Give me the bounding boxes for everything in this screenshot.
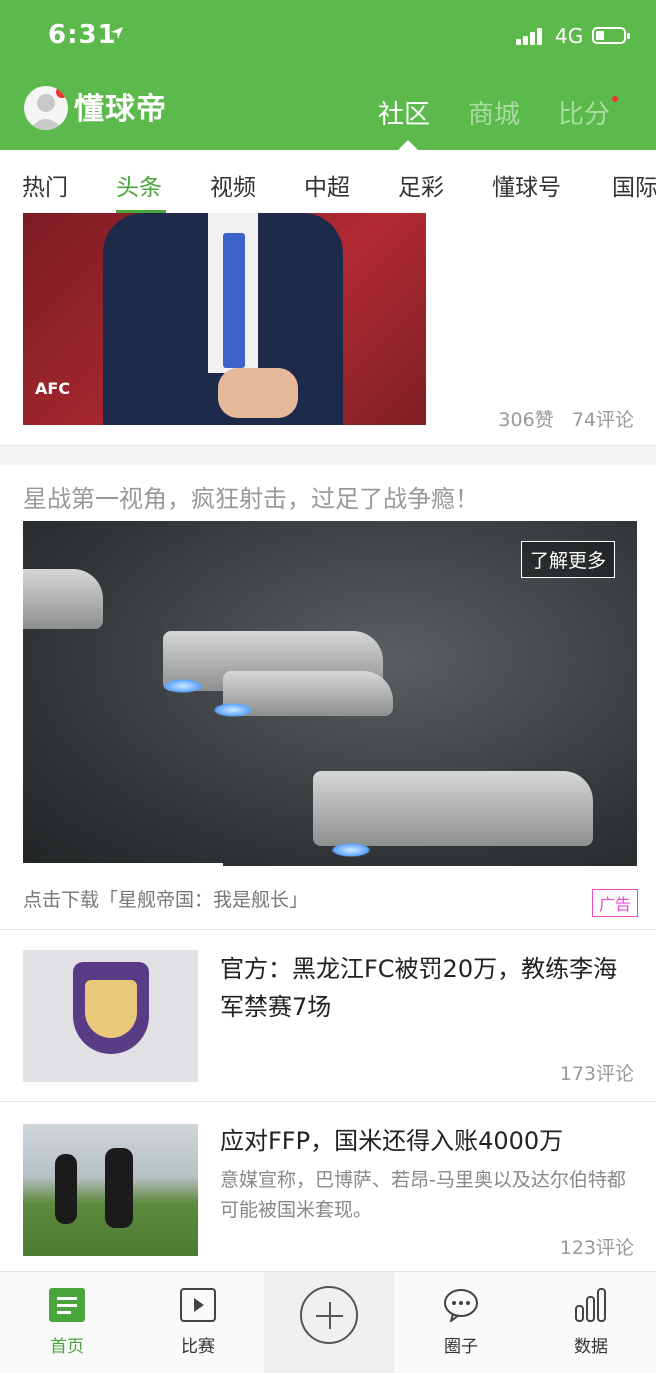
ship-shape bbox=[23, 569, 103, 629]
bar-chart-icon bbox=[575, 1288, 606, 1322]
bottom-nav-circle-label: 圈子 bbox=[444, 1337, 478, 1357]
engine-glow bbox=[163, 679, 203, 693]
news-comments: 123评论 bbox=[559, 1237, 634, 1259]
feed: AFC 306赞 74评论 星战第一视角，疯狂射击，过足了战争瘾！ 了解更多 点… bbox=[0, 213, 656, 1271]
app-logo: 懂球帝 bbox=[74, 92, 167, 127]
afc-logo: AFC bbox=[35, 379, 71, 398]
tab-dongqiu-hao[interactable]: 懂球号 bbox=[492, 168, 561, 202]
battery-icon bbox=[592, 27, 630, 44]
divider-line bbox=[0, 929, 656, 930]
ship-shape bbox=[313, 771, 593, 846]
play-icon bbox=[180, 1288, 216, 1322]
engine-glow bbox=[213, 703, 253, 717]
notification-dot bbox=[56, 86, 68, 98]
category-tabs: 热门 头条 视频 中超 足彩 懂球号 国际 bbox=[0, 150, 656, 213]
bottom-nav-home-label: 首页 bbox=[50, 1337, 84, 1357]
top-nav-mall[interactable]: 商城 bbox=[468, 94, 520, 131]
bottom-nav: 首页 比赛 圈子 数据 bbox=[0, 1271, 656, 1373]
network-type: 4G bbox=[555, 24, 584, 48]
learn-more-button[interactable]: 了解更多 bbox=[520, 541, 615, 578]
news-summary: 意媒宣称，巴博萨、若昂-马里奥以及达尔伯特都可能被国米套现。 bbox=[220, 1169, 626, 1221]
home-doc-icon bbox=[49, 1288, 85, 1322]
bottom-nav-match[interactable]: 比赛 bbox=[133, 1272, 263, 1373]
news-thumbnail[interactable] bbox=[23, 1124, 198, 1256]
bottom-nav-data[interactable]: 数据 bbox=[526, 1272, 656, 1373]
tab-video[interactable]: 视频 bbox=[210, 168, 256, 202]
divider bbox=[0, 445, 656, 465]
bottom-nav-home[interactable]: 首页 bbox=[2, 1272, 132, 1373]
chat-icon bbox=[444, 1289, 478, 1322]
tab-csl[interactable]: 中超 bbox=[304, 168, 350, 202]
likes-count: 306赞 bbox=[498, 409, 554, 431]
bottom-nav-post[interactable] bbox=[264, 1272, 394, 1373]
plus-icon bbox=[300, 1286, 358, 1344]
club-crest bbox=[73, 962, 149, 1054]
status-bar: 6:31 4G bbox=[0, 0, 656, 72]
news-comments: 173评论 bbox=[559, 1063, 634, 1085]
ad-description[interactable]: 点击下载「星舰帝国：我是舰长」 bbox=[23, 885, 308, 912]
photo-tie bbox=[223, 233, 245, 368]
video-progress-bar bbox=[23, 863, 223, 866]
tab-international[interactable]: 国际 bbox=[612, 168, 656, 202]
status-time: 6:31 bbox=[48, 20, 117, 50]
feed-item-stats: 306赞 74评论 bbox=[498, 405, 634, 432]
news-title[interactable]: 应对FFP，国米还得入账4000万 bbox=[220, 1122, 640, 1160]
top-nav-score[interactable]: 比分 bbox=[558, 94, 610, 131]
tab-headline[interactable]: 头条 bbox=[116, 168, 162, 202]
signal-icon bbox=[516, 26, 544, 45]
ad-tag: 广告 bbox=[591, 889, 638, 917]
club-crest-inner bbox=[85, 980, 137, 1038]
location-arrow-icon bbox=[111, 27, 123, 39]
divider-line bbox=[0, 1101, 656, 1102]
player-figure bbox=[55, 1154, 77, 1224]
bottom-nav-circle[interactable]: 圈子 bbox=[396, 1272, 526, 1373]
ad-title[interactable]: 星战第一视角，疯狂射击，过足了战争瘾！ bbox=[23, 479, 479, 514]
news-title[interactable]: 官方：黑龙江FC被罚20万，教练李海军禁赛7场 bbox=[220, 950, 640, 1026]
bottom-nav-match-label: 比赛 bbox=[181, 1337, 215, 1357]
feed-item-image[interactable]: AFC bbox=[23, 213, 426, 425]
app-header: 6:31 4G 懂球帝 社区 商城 比分 bbox=[0, 0, 656, 150]
tab-lottery[interactable]: 足彩 bbox=[398, 168, 444, 202]
news-thumbnail[interactable] bbox=[23, 950, 198, 1082]
photo-hands bbox=[218, 368, 298, 418]
player-figure bbox=[105, 1148, 133, 1228]
top-nav-community[interactable]: 社区 bbox=[378, 94, 430, 131]
active-nav-caret bbox=[398, 140, 418, 150]
tab-hot[interactable]: 热门 bbox=[22, 168, 68, 202]
ad-image[interactable]: 了解更多 bbox=[23, 521, 637, 866]
bottom-nav-data-label: 数据 bbox=[574, 1337, 608, 1357]
score-badge-dot bbox=[612, 96, 618, 102]
divider-line bbox=[0, 445, 656, 446]
user-avatar[interactable] bbox=[24, 86, 68, 130]
comments-count: 74评论 bbox=[571, 409, 634, 431]
engine-glow bbox=[331, 843, 371, 857]
